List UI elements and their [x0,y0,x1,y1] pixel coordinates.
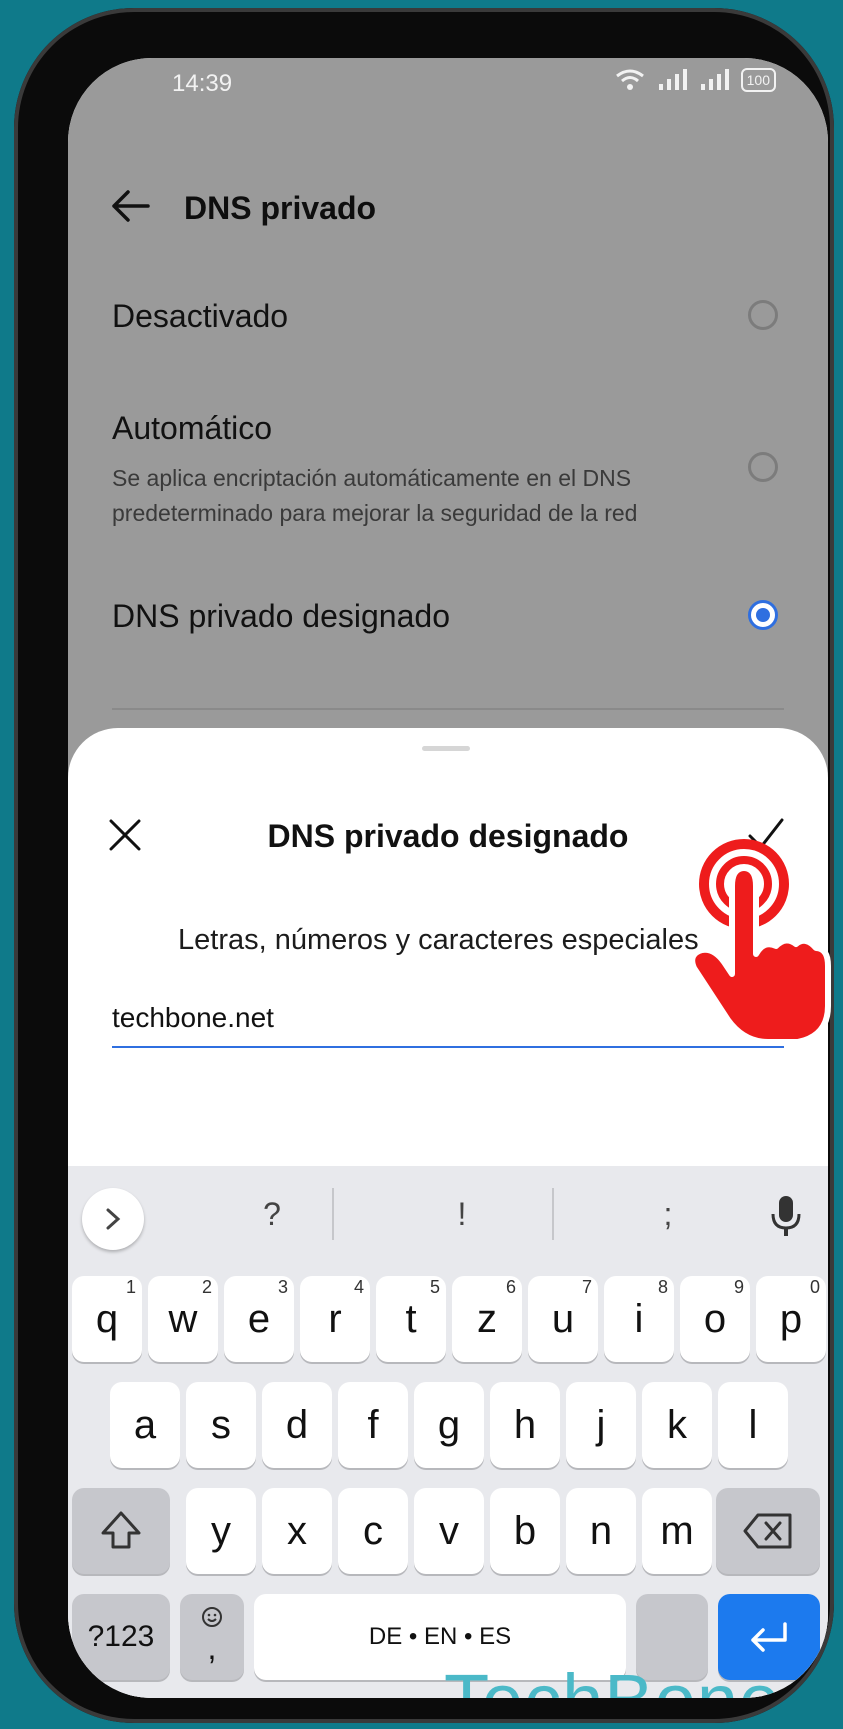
key-a[interactable]: a [110,1382,180,1468]
key-number-hint: 8 [657,1277,668,1297]
key-p[interactable]: p0 [756,1276,826,1362]
shift-icon [101,1511,141,1549]
wifi-icon [615,69,644,90]
key-number-hint: 5 [429,1277,440,1297]
emoji-comma-key[interactable]: , [180,1594,244,1680]
shift-key[interactable] [72,1488,170,1574]
key-row-1: q1w2e3r4t5z6u7i8o9p0 [68,1276,828,1362]
key-z[interactable]: z6 [452,1276,522,1362]
key-y[interactable]: y [186,1488,256,1574]
key-number-hint: 0 [809,1277,820,1297]
backspace-icon [743,1513,792,1549]
suggestion-divider [332,1188,334,1240]
key-k[interactable]: k [642,1382,712,1468]
key-b[interactable]: b [490,1488,560,1574]
status-bar: 14:39 100 [68,58,828,138]
back-arrow-icon[interactable] [108,186,152,226]
signal-icon-2 [700,69,729,90]
input-hint: Letras, números y caracteres especiales [178,924,699,956]
key-number-hint: 3 [277,1277,288,1297]
key-r[interactable]: r4 [300,1276,370,1362]
key-o[interactable]: o9 [680,1276,750,1362]
key-c[interactable]: c [338,1488,408,1574]
key-d[interactable]: d [262,1382,332,1468]
comma-label: , [207,1630,217,1666]
key-row-3: yxcvbnm [68,1488,828,1574]
enter-icon [751,1622,787,1652]
key-q[interactable]: q1 [72,1276,142,1362]
key-number-hint: 4 [353,1277,364,1297]
key-m[interactable]: m [642,1488,712,1574]
key-e[interactable]: e3 [224,1276,294,1362]
key-x[interactable]: x [262,1488,332,1574]
radio-dns-designado[interactable] [748,600,778,630]
symbols-key[interactable]: ?123 [72,1594,170,1680]
backspace-key[interactable] [716,1488,820,1574]
option-automatico[interactable]: Automático Se aplica encriptación automá… [112,410,784,550]
key-i[interactable]: i8 [604,1276,674,1362]
suggestion-strip: ? ! ; [68,1166,828,1262]
suggestion-item[interactable]: ? [252,1196,292,1233]
radio-automatico[interactable] [748,452,778,482]
top-app-bar: DNS privado [68,168,828,248]
watermark: TechBone [444,1658,781,1698]
option-dns-designado[interactable]: DNS privado designado [112,598,784,678]
suggestion-item[interactable]: ; [648,1196,688,1233]
option-label: Automático [112,410,273,446]
key-number-hint: 9 [733,1277,744,1297]
option-desactivado[interactable]: Desactivado [112,298,784,378]
status-icons: 100 [615,68,776,92]
battery-icon: 100 [740,68,776,92]
option-label: DNS privado designado [112,598,450,634]
option-description: Se aplica encriptación automáticamente e… [112,465,638,526]
key-row-2: asdfghjkl [68,1382,828,1468]
hostname-field[interactable]: techbone.net [112,990,784,1048]
key-n[interactable]: n [566,1488,636,1574]
expand-toolbar-button[interactable] [82,1188,144,1250]
tap-hand-icon [689,839,831,1045]
key-number-hint: 1 [125,1277,136,1297]
key-j[interactable]: j [566,1382,636,1468]
option-label: Desactivado [112,298,289,334]
suggestion-item[interactable]: ! [442,1196,482,1233]
key-t[interactable]: t5 [376,1276,446,1362]
key-w[interactable]: w2 [148,1276,218,1362]
key-g[interactable]: g [414,1382,484,1468]
key-h[interactable]: h [490,1382,560,1468]
key-l[interactable]: l [718,1382,788,1468]
radio-desactivado[interactable] [748,300,778,330]
key-number-hint: 7 [581,1277,592,1297]
microphone-icon[interactable] [770,1194,802,1238]
divider [112,708,784,710]
suggestion-divider [552,1188,554,1240]
hostname-value[interactable]: techbone.net [112,1002,274,1034]
emoji-icon [202,1607,222,1627]
key-v[interactable]: v [414,1488,484,1574]
signal-icon [658,69,687,90]
sheet-drag-handle[interactable] [422,746,470,751]
key-u[interactable]: u7 [528,1276,598,1362]
chevron-right-icon [106,1208,121,1230]
keyboard: ? ! ; q1w2e3r4t5z6u7i8o9p0 asdfghjkl yxc… [68,1166,828,1698]
key-f[interactable]: f [338,1382,408,1468]
key-number-hint: 2 [201,1277,212,1297]
key-s[interactable]: s [186,1382,256,1468]
status-time: 14:39 [172,70,233,97]
key-number-hint: 6 [505,1277,516,1297]
page-title: DNS privado [184,190,377,226]
